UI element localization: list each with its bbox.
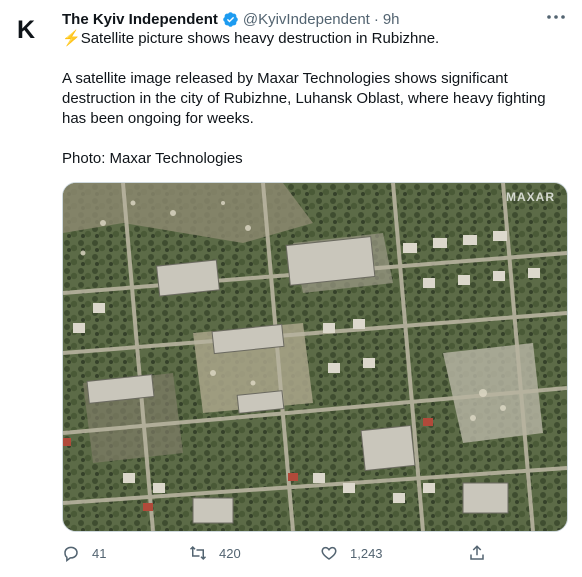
header-separator: · [373,10,379,28]
tweet-line: has been ongoing for weeks. [62,110,254,127]
reply-button[interactable]: 41 [62,543,106,563]
tweet[interactable]: K The Kyiv Independent @KyivIndependent … [0,0,582,577]
tweet-line: A satellite image released by Maxar Tech… [62,70,508,87]
like-count: 1,243 [350,545,383,561]
satellite-image[interactable]: MAXAR [62,182,568,532]
photo-credit: Photo: Maxar Technologies [62,150,243,167]
author-name[interactable]: The Kyiv Independent [62,11,218,28]
satellite-photo [63,183,567,531]
avatar[interactable]: K [14,14,38,46]
more-dots-icon [547,15,565,19]
lightning-icon: ⚡ [62,30,81,47]
tweet-actions: 41 420 1,243 [62,543,502,563]
tweet-line: destruction in the city of Rubizhne, Luh… [62,90,546,107]
headline-text: Satellite picture shows heavy destructio… [80,30,440,47]
share-icon [470,545,484,560]
timestamp[interactable]: 9h [383,11,400,28]
verified-badge-icon [223,11,238,27]
maxar-watermark: MAXAR [506,190,555,204]
share-button[interactable] [468,543,498,563]
more-options-button[interactable] [544,8,568,26]
tweet-headline: ⚡Satellite picture shows heavy destructi… [62,29,562,49]
tweet-header: The Kyiv Independent @KyivIndependent · … [62,9,400,29]
retweet-icon [189,545,207,561]
avatar-letter: K [16,15,36,44]
tweet-text: ⚡Satellite picture shows heavy destructi… [62,29,562,169]
reply-icon [64,546,78,562]
retweet-count: 420 [219,545,241,561]
heart-icon [321,546,337,560]
retweet-button[interactable]: 420 [189,543,241,563]
author-handle[interactable]: @KyivIndependent [243,11,370,28]
like-button[interactable]: 1,243 [320,543,383,563]
reply-count: 41 [92,545,107,561]
